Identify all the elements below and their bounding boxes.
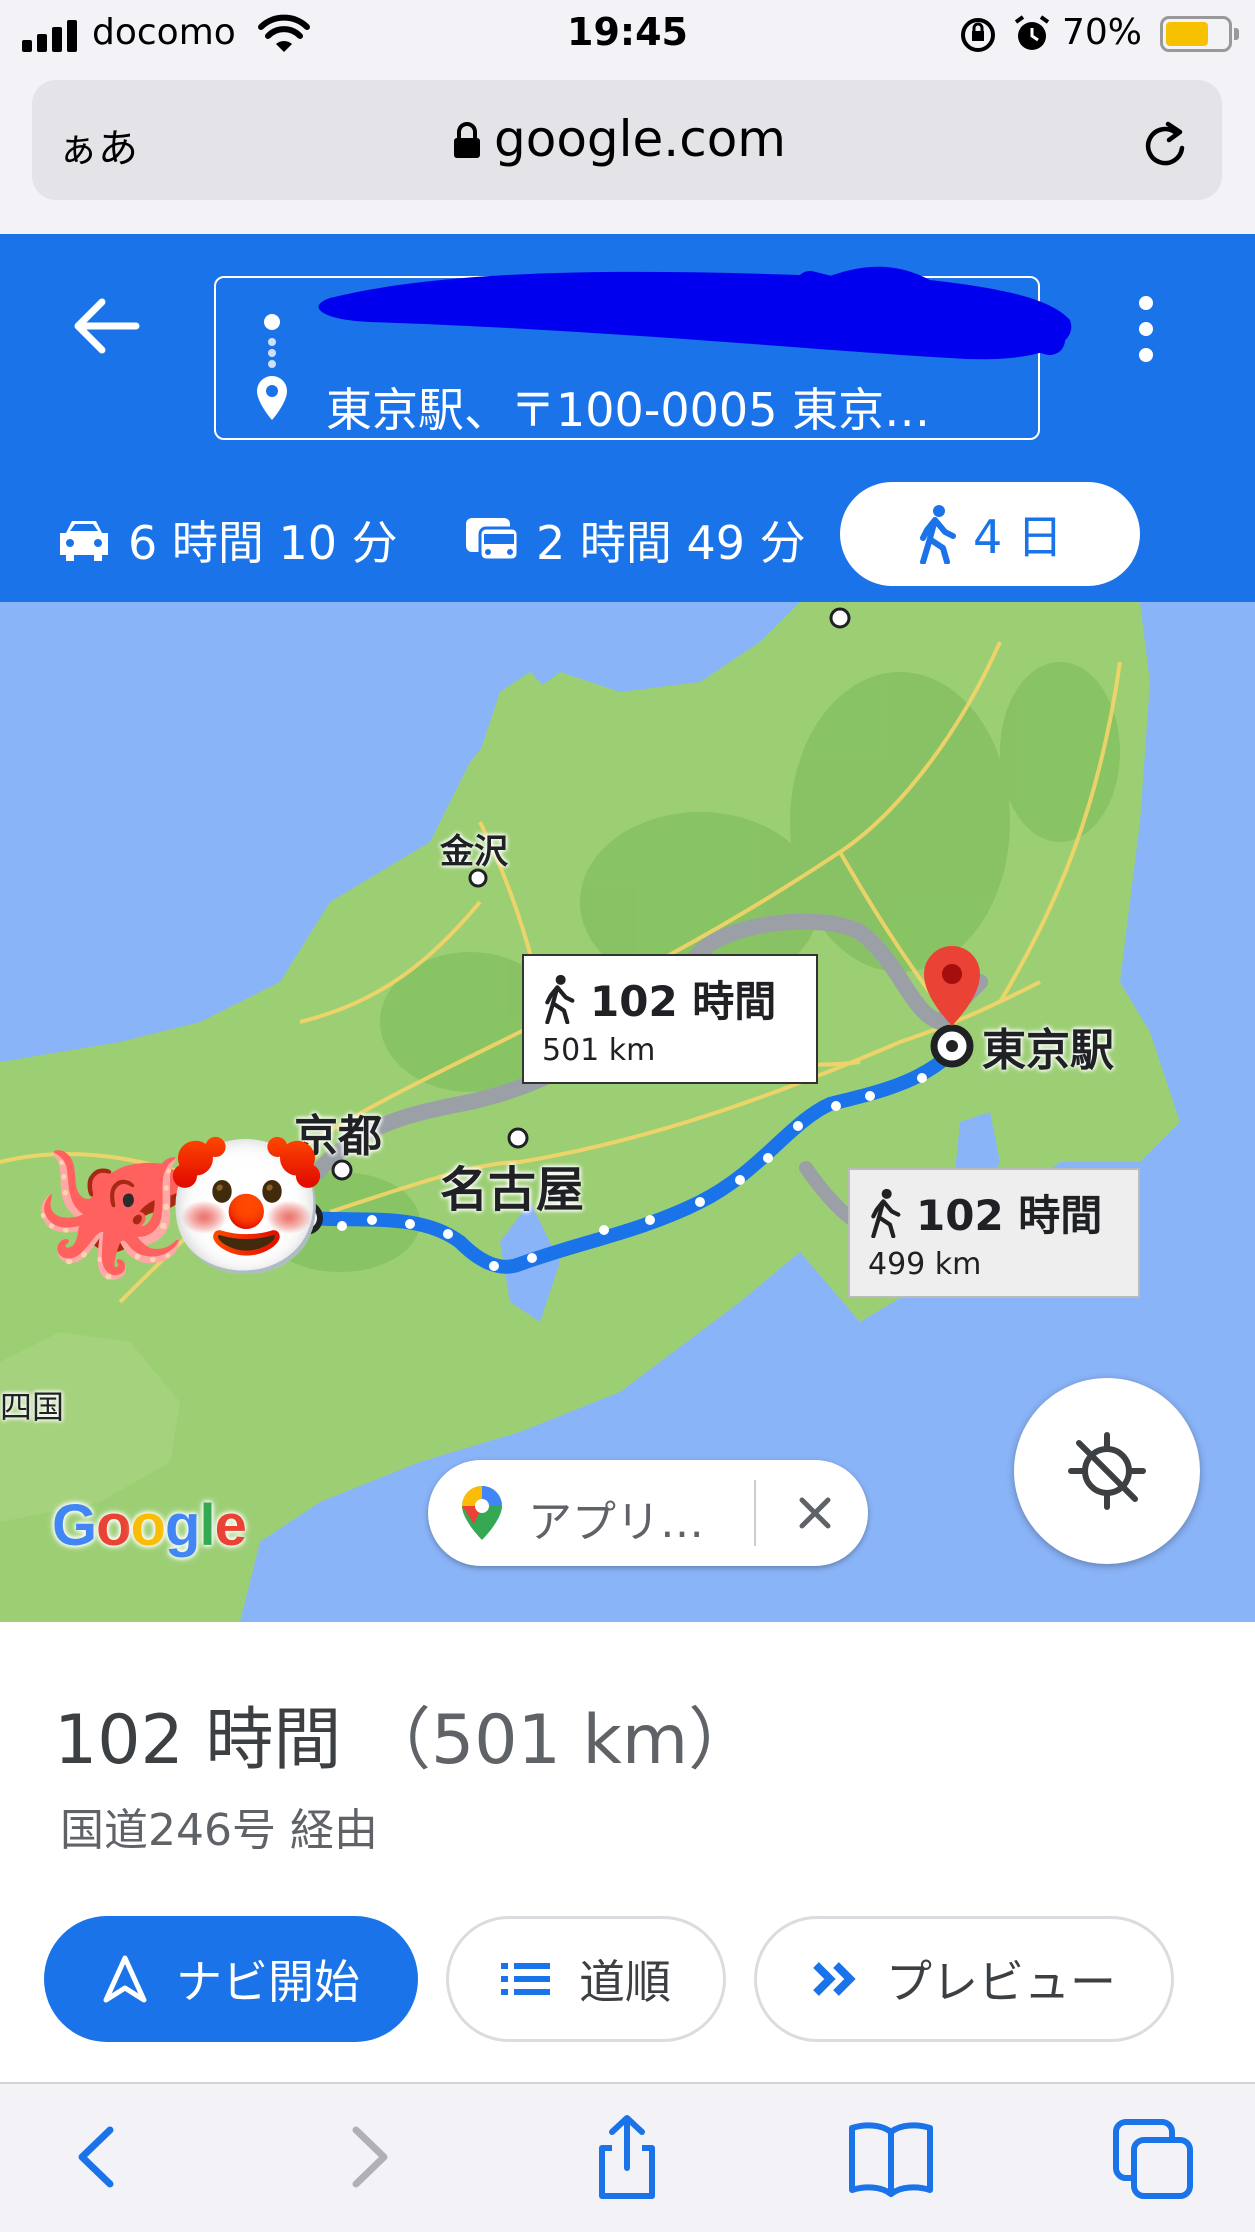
safari-forward-button[interactable] bbox=[322, 2112, 412, 2202]
transit-icon bbox=[466, 518, 520, 562]
more-options-icon[interactable] bbox=[1130, 296, 1162, 362]
mode-transit-label: 2 時間 49 分 bbox=[536, 516, 806, 570]
url-domain[interactable]: google.com bbox=[494, 110, 786, 168]
city-label-nagoya: 名古屋 bbox=[440, 1162, 585, 1218]
start-navigation-label: ナビ開始 bbox=[176, 1955, 360, 2009]
safari-top-bar: ぁあ google.com bbox=[0, 72, 1255, 234]
route-time: 102 時間 bbox=[590, 977, 777, 1026]
walk-icon bbox=[871, 1188, 901, 1238]
city-label-tokyo-station: 東京駅 bbox=[982, 1025, 1114, 1076]
preview-button[interactable]: プレビュー bbox=[754, 1916, 1174, 2042]
safari-tabs-button[interactable] bbox=[1110, 2112, 1200, 2202]
route-distance: 499 km bbox=[868, 1247, 982, 1282]
region-label-shikoku: 四国 bbox=[0, 1388, 65, 1426]
double-chevron-icon bbox=[813, 1962, 856, 1996]
route-callout-selected[interactable]: 102 時間 501 km bbox=[522, 954, 818, 1084]
address-bar[interactable]: ぁあ google.com bbox=[32, 80, 1222, 200]
route-distance: 501 km bbox=[542, 1033, 656, 1068]
city-label-kanazawa: 金沢 bbox=[440, 832, 508, 872]
clown-emoji: 🤡 bbox=[164, 1131, 329, 1285]
chip-divider bbox=[754, 1480, 756, 1546]
open-app-label: アプリ… bbox=[528, 1497, 704, 1548]
route-time: 102 時間 bbox=[916, 1191, 1103, 1240]
alarm-icon bbox=[1014, 15, 1050, 50]
walk-icon bbox=[920, 505, 957, 564]
forward-icon bbox=[352, 2126, 388, 2188]
route-summary-panel: 102 時間 （501 km） 国道246号 経由 ナビ開始 道順 プレビュー bbox=[0, 1622, 1255, 2082]
car-icon bbox=[60, 521, 108, 561]
summary-time: 102 時間 bbox=[54, 1701, 342, 1780]
google-logo: Google bbox=[52, 1493, 247, 1558]
location-disabled-icon bbox=[1068, 1432, 1146, 1510]
start-navigation-button[interactable]: ナビ開始 bbox=[44, 1916, 418, 2042]
share-icon bbox=[599, 2115, 655, 2199]
walk-icon bbox=[545, 974, 575, 1024]
steps-button[interactable]: 道順 bbox=[446, 1916, 726, 2042]
tabs-icon bbox=[1113, 2119, 1193, 2199]
bookmarks-icon bbox=[849, 2122, 933, 2197]
summary-distance: （501 km） bbox=[363, 1701, 757, 1780]
safari-toolbar bbox=[0, 2082, 1255, 2232]
route-summary: 102 時間 （501 km） bbox=[54, 1684, 756, 1783]
battery-icon bbox=[1160, 16, 1239, 52]
list-icon bbox=[501, 1963, 550, 1995]
my-location-button[interactable] bbox=[1014, 1378, 1200, 1564]
mode-transit-tab[interactable]: 2 時間 49 分 bbox=[464, 490, 806, 590]
close-icon[interactable] bbox=[790, 1488, 840, 1538]
mode-walk-label: 4 日 bbox=[973, 510, 1063, 564]
safari-share-button[interactable] bbox=[582, 2112, 672, 2202]
safari-bookmarks-button[interactable] bbox=[846, 2112, 936, 2202]
destination-pin-icon bbox=[257, 376, 287, 420]
back-arrow-icon[interactable] bbox=[70, 296, 142, 356]
mode-car-label: 6 時間 10 分 bbox=[128, 516, 398, 570]
open-app-chip[interactable]: アプリ… bbox=[428, 1460, 868, 1566]
directions-header: 東京駅、〒100-0005 東京… 6 時間 10 分 2 時間 49 分 4 … bbox=[0, 234, 1255, 602]
battery-percent: 70% bbox=[1062, 12, 1143, 53]
steps-label: 道順 bbox=[579, 1955, 671, 2009]
back-icon bbox=[78, 2126, 114, 2188]
map-view[interactable]: 金沢 京都 名古屋 東京駅 四国 102 時間 501 km 102 時間 49… bbox=[0, 602, 1255, 1622]
mode-car-tab[interactable]: 6 時間 10 分 bbox=[56, 490, 398, 590]
mode-walk-tab[interactable]: 4 日 bbox=[840, 482, 1140, 586]
redaction-scribble bbox=[318, 266, 1072, 360]
travel-mode-tabs: 6 時間 10 分 2 時間 49 分 4 日 bbox=[0, 480, 1255, 590]
navigation-arrow-icon bbox=[103, 1955, 147, 2003]
route-via: 国道246号 経由 bbox=[60, 1805, 378, 1856]
route-callout-alternative[interactable]: 102 時間 499 km bbox=[848, 1168, 1140, 1298]
safari-back-button[interactable] bbox=[54, 2112, 144, 2202]
text-size-button[interactable]: ぁあ bbox=[58, 116, 138, 174]
battery-level-fill bbox=[1166, 22, 1208, 46]
lock-icon bbox=[454, 122, 480, 158]
google-maps-pin-icon bbox=[462, 1486, 502, 1540]
route-connector-icon bbox=[268, 338, 276, 368]
rotation-lock-icon bbox=[961, 18, 995, 52]
status-bar: docomo 19:45 70% bbox=[0, 0, 1255, 72]
preview-label: プレビュー bbox=[886, 1955, 1116, 2009]
origin-dot-icon bbox=[264, 314, 280, 330]
reload-icon[interactable] bbox=[1138, 118, 1194, 174]
